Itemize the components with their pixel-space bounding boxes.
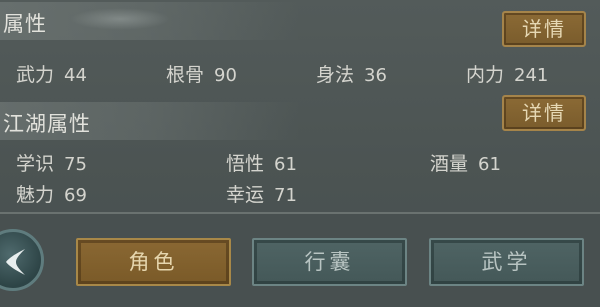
tab-character[interactable]: 角色	[76, 238, 231, 286]
attributes-detail-button[interactable]: 详情	[502, 11, 586, 47]
stat-label: 身法	[316, 64, 355, 86]
stat-label: 内力	[466, 64, 505, 86]
stat-xingyun: 幸运 71	[226, 180, 297, 207]
tab-inventory[interactable]: 行囊	[252, 238, 407, 286]
stat-shenfa: 身法 36	[316, 60, 387, 87]
attributes-section-title: 属性	[3, 12, 47, 36]
stat-xueshi: 学识 75	[16, 149, 87, 176]
stat-value: 75	[64, 154, 87, 175]
stat-gengu: 根骨 90	[166, 60, 237, 87]
tab-martial-arts[interactable]: 武学	[429, 238, 584, 286]
chevron-left-icon	[6, 249, 25, 275]
stat-wuxing: 悟性 61	[226, 149, 297, 176]
stat-value: 69	[64, 185, 87, 206]
header-decoration	[70, 8, 170, 30]
jianghu-section-title: 江湖属性	[3, 112, 91, 136]
stat-value: 90	[214, 65, 237, 86]
stat-value: 44	[64, 65, 87, 86]
stat-label: 酒量	[430, 153, 469, 175]
stat-value: 61	[478, 154, 501, 175]
stat-value: 241	[514, 65, 549, 86]
stat-value: 71	[274, 185, 297, 206]
stat-label: 幸运	[226, 184, 265, 206]
stat-label: 魅力	[16, 184, 55, 206]
stat-value: 61	[274, 154, 297, 175]
stat-value: 36	[364, 65, 387, 86]
character-panel: 属性 详情 武力 44 根骨 90 身法 36 内力 241 江湖属性 详情 学识 75 …	[0, 0, 600, 307]
stat-label: 武力	[16, 64, 55, 86]
stat-label: 悟性	[226, 153, 265, 175]
stat-label: 学识	[16, 153, 55, 175]
jianghu-detail-button[interactable]: 详情	[502, 95, 586, 131]
stat-jiuliang: 酒量 61	[430, 149, 501, 176]
stat-neili: 内力 241	[466, 60, 548, 87]
stat-wuli: 武力 44	[16, 60, 87, 87]
stat-label: 根骨	[166, 64, 205, 86]
stat-meili: 魅力 69	[16, 180, 87, 207]
